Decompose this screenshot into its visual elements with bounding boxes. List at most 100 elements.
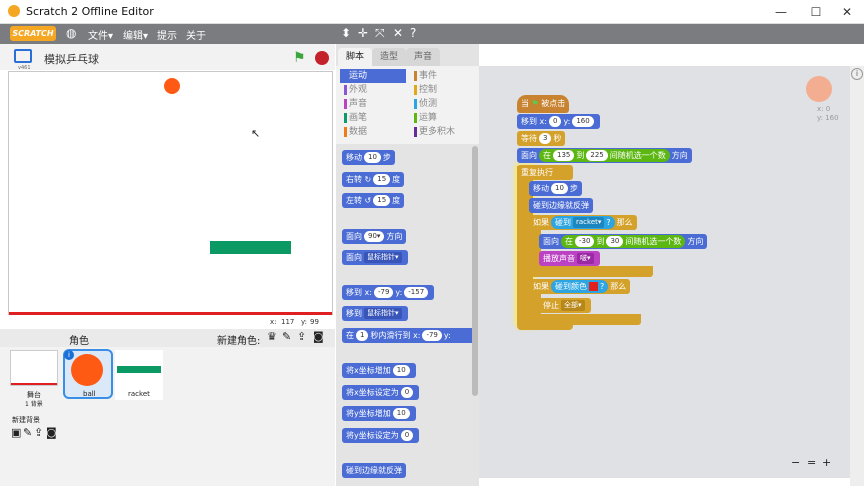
stage[interactable]: ↖ (8, 71, 333, 315)
racket-sprite[interactable] (210, 241, 291, 254)
block-goto-xy[interactable]: 移到 x: -79 y: -157 (342, 285, 435, 300)
forever-block[interactable]: 重复执行 (517, 165, 573, 180)
script-point-random-block[interactable]: 面向在 135 到 225 间随机选一个数 方向 (517, 148, 692, 163)
shrink-icon[interactable]: ✕ (393, 26, 403, 40)
category-control[interactable]: 控制 (410, 83, 476, 97)
window-title: Scratch 2 Offline Editor (26, 5, 154, 18)
minimize-button[interactable]: — (764, 2, 798, 22)
block-point-direction[interactable]: 面向 90▾ 方向 (342, 229, 407, 244)
block-turn-right[interactable]: 右转 ↻ 15 度 (342, 172, 405, 187)
categories-right: 事件 控制 侦测 运算 更多积木 (410, 69, 476, 139)
menu-tips[interactable]: 提示 (157, 27, 177, 42)
project-name[interactable]: 模拟乒乓球 (44, 51, 99, 67)
block-change-y[interactable]: 将y坐标增加 10 (342, 406, 416, 421)
backdrop-upload-icon[interactable]: ⇪ (34, 426, 43, 439)
green-flag-icon: ⚑ (531, 99, 539, 108)
block-palette: 移动 10 步 右转 ↻ 15 度 左转 ↺ 15 度 面向 90▾ 方向 面向 鼠标指针▾ 移到… (336, 144, 479, 486)
categories-left: 运动 外观 声音 画笔 数据 (340, 69, 406, 139)
duplicate-icon[interactable]: ⬍ (341, 26, 351, 40)
info-icon[interactable]: i (64, 350, 74, 360)
category-looks[interactable]: 外观 (340, 83, 406, 97)
green-flag-icon[interactable]: ⚑ (293, 50, 306, 66)
stage-header: v461 模拟乒乓球 ⚑ (0, 44, 335, 71)
category-pen[interactable]: 画笔 (340, 111, 406, 125)
camera-icon[interactable]: ◙ (313, 330, 324, 343)
if-touching-color-block[interactable]: 如果 碰到颜色? 那么 (529, 279, 631, 294)
menu-edit[interactable]: 编辑▾ (123, 27, 148, 42)
tab-sounds[interactable]: 声音 (406, 48, 441, 66)
maximize-button[interactable]: ☐ (799, 2, 833, 22)
ball-sprite[interactable] (164, 78, 180, 94)
sprite-header: 角色 新建角色: ♛ ✎ ⇪ ◙ (0, 329, 335, 347)
cut-icon[interactable]: ✛ (358, 26, 368, 40)
if-touching-racket-block[interactable]: 如果 碰到 racket▾? 那么 (529, 215, 637, 230)
sprite-y: y: 160 (817, 114, 839, 122)
racket-thumbnail (117, 366, 161, 373)
block-turn-left[interactable]: 左转 ↺ 15 度 (342, 193, 405, 208)
if1-bottom (531, 266, 653, 277)
menu-file[interactable]: 文件▾ (88, 27, 113, 42)
category-operators[interactable]: 运算 (410, 111, 476, 125)
block-change-x[interactable]: 将x坐标增加 10 (342, 363, 416, 378)
category-sensing[interactable]: 侦测 (410, 97, 476, 111)
block-set-y[interactable]: 将y坐标设定为 0 (342, 428, 420, 443)
backdrop-paint-icon[interactable]: ✎ (23, 426, 32, 439)
sprite-area: 舞台 1 背景 新建背景 ▣ ✎ ⇪ ◙ i ball racket (0, 347, 335, 486)
zoom-in-icon[interactable]: + (822, 456, 831, 469)
grow-icon[interactable]: ⤧ (375, 26, 385, 41)
zoom-reset-icon[interactable]: = (807, 456, 816, 469)
scripts-area[interactable]: 当 ⚑ 被点击 移到 x: 0 y: 160 等待 3 秒 面向在 135 到 225 间随机选一… (479, 66, 850, 478)
palette-scrollbar[interactable] (472, 146, 478, 396)
category-events[interactable]: 事件 (410, 69, 476, 83)
x-value: 117 (281, 318, 295, 326)
block-glide[interactable]: 在 1 秒内滑行到 x: -79 y: (342, 328, 478, 343)
script-stop-block[interactable]: 停止 全部▾ (539, 298, 591, 313)
when-flag-clicked-block[interactable]: 当 ⚑ 被点击 (517, 95, 570, 113)
stop-icon[interactable] (315, 51, 329, 65)
category-motion[interactable]: 运动 (340, 69, 406, 83)
category-data[interactable]: 数据 (340, 125, 406, 139)
fullscreen-icon[interactable] (14, 49, 32, 63)
block-goto[interactable]: 移到 鼠标指针▾ (342, 306, 408, 321)
if2-bottom (531, 314, 641, 325)
sprite-racket[interactable]: racket (115, 350, 163, 400)
info-icon[interactable]: i (851, 68, 863, 80)
block-point-towards[interactable]: 面向 鼠标指针▾ (342, 250, 408, 265)
library-sprite-icon[interactable]: ♛ (267, 330, 277, 343)
sprites-title: 角色 (69, 336, 89, 347)
paint-sprite-icon[interactable]: ✎ (282, 330, 291, 343)
script-goto-block[interactable]: 移到 x: 0 y: 160 (517, 114, 600, 129)
backdrop-camera-icon[interactable]: ◙ (46, 426, 57, 439)
right-panel-strip: i (850, 66, 864, 486)
script-point-random2-block[interactable]: 面向在 -30 到 30 间随机选一个数 方向 (539, 234, 708, 249)
stage-bg-count: 1 背景 (25, 401, 43, 408)
sprite-name: ball (83, 390, 96, 398)
help-icon[interactable]: ? (410, 26, 416, 40)
zoom-out-icon[interactable]: − (791, 456, 800, 469)
stage-thumbnail[interactable] (10, 350, 58, 386)
script-play-sound-block[interactable]: 播放声音 啵▾ (539, 251, 600, 266)
backdrop-library-icon[interactable]: ▣ (11, 426, 21, 439)
title-bar: Scratch 2 Offline Editor — ☐ ✕ (0, 0, 864, 24)
mouse-coordinates: x: 117 y: 99 (8, 315, 333, 329)
category-more-blocks[interactable]: 更多积木 (410, 125, 476, 139)
script-bounce-block[interactable]: 碰到边缘就反弹 (529, 198, 593, 213)
tab-scripts[interactable]: 脚本 (338, 48, 373, 66)
block-categories: 运动 外观 声音 画笔 数据 事件 控制 侦测 运算 更多积木 (336, 66, 479, 144)
menu-about[interactable]: 关于 (186, 27, 206, 42)
globe-icon[interactable]: ◍ (66, 26, 76, 40)
upload-sprite-icon[interactable]: ⇪ (297, 330, 306, 343)
block-move[interactable]: 移动 10 步 (342, 150, 395, 165)
category-sound[interactable]: 声音 (340, 97, 406, 111)
script-move-block[interactable]: 移动 10 步 (529, 181, 582, 196)
script-wait-block[interactable]: 等待 3 秒 (517, 131, 566, 146)
close-button[interactable]: ✕ (830, 2, 864, 22)
tab-costumes[interactable]: 造型 (372, 48, 407, 66)
menu-bar: SCRATCH ◍ 文件▾ 编辑▾ 提示 关于 ⬍ ✛ ⤧ ✕ ? (0, 24, 864, 44)
scratch-logo[interactable]: SCRATCH (10, 26, 56, 41)
block-set-x[interactable]: 将x坐标设定为 0 (342, 385, 420, 400)
new-sprite-label: 新建角色: (217, 336, 261, 347)
sprite-ball[interactable]: i ball (63, 349, 113, 399)
tab-bar: 脚本 造型 声音 (336, 44, 479, 66)
block-bounce[interactable]: 碰到边缘就反弹 (342, 463, 406, 478)
